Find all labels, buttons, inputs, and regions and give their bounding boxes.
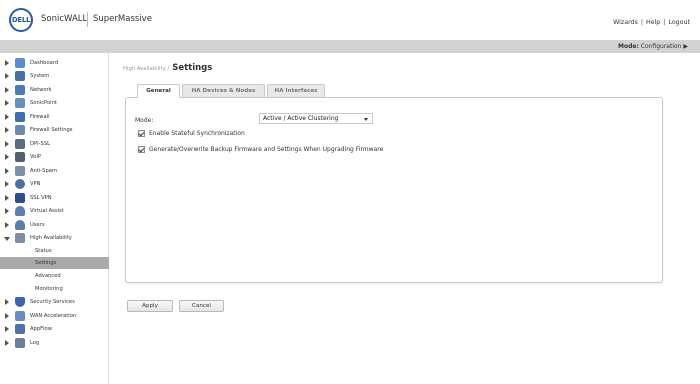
backup-firmware-option: Generate/Overwrite Backup Firmware and S… — [138, 146, 383, 153]
expand-arrow-icon — [5, 208, 9, 214]
brand-product: SuperMassive — [93, 14, 152, 24]
shield-icon — [15, 297, 25, 307]
settings-panel — [125, 97, 663, 283]
expand-arrow-icon — [5, 181, 9, 187]
sidebar-subitem-monitoring[interactable]: Monitoring — [0, 283, 109, 295]
sidebar-item-firewall-settings[interactable]: Firewall Settings — [0, 124, 109, 137]
firewall-icon — [15, 112, 25, 122]
breadcrumb: High Availability / Settings — [123, 63, 212, 73]
sidebar-item-security-services[interactable]: Security Services — [0, 296, 109, 309]
firewall-settings-icon — [15, 125, 25, 135]
collapse-arrow-icon — [4, 237, 10, 241]
wan-icon — [15, 311, 25, 321]
expand-arrow-icon — [5, 141, 9, 147]
sidebar-item-wan-acceleration[interactable]: WAN Acceleration — [0, 310, 109, 323]
expand-arrow-icon — [5, 299, 9, 305]
expand-arrow-icon — [5, 340, 9, 346]
tab-general[interactable]: General — [137, 84, 180, 98]
users-icon — [15, 220, 25, 230]
expand-arrow-icon — [5, 73, 9, 79]
sidebar-item-users[interactable]: Users — [0, 219, 109, 232]
expand-arrow-icon — [5, 100, 9, 106]
mode-indicator[interactable]: Mode: Configuration ▶ — [618, 43, 688, 50]
expand-arrow-icon — [5, 195, 9, 201]
person-icon — [15, 206, 25, 216]
sidebar-item-log[interactable]: Log — [0, 337, 109, 350]
expand-arrow-icon — [5, 168, 9, 174]
sidebar: Dashboard System Network SonicPoint Fire… — [0, 53, 109, 384]
sidebar-item-appflow[interactable]: AppFlow — [0, 323, 109, 336]
mode-bar: Mode: Configuration ▶ — [0, 40, 700, 53]
phone-icon — [15, 152, 25, 162]
expand-arrow-icon — [5, 154, 9, 160]
cancel-button[interactable]: Cancel — [179, 300, 224, 312]
breadcrumb-parent[interactable]: High Availability / — [123, 66, 169, 72]
apply-button[interactable]: Apply — [127, 300, 173, 312]
expand-arrow-icon — [5, 326, 9, 332]
expand-arrow-icon — [5, 127, 9, 133]
expand-arrow-icon — [5, 87, 9, 93]
mode-field-label: Mode: — [135, 117, 154, 124]
globe-icon — [15, 179, 25, 189]
page-title: Settings — [172, 63, 213, 73]
backup-firmware-label: Generate/Overwrite Backup Firmware and S… — [149, 146, 384, 153]
backup-firmware-checkbox[interactable] — [138, 146, 145, 153]
log-icon — [15, 338, 25, 348]
chevron-down-icon — [364, 118, 368, 121]
expand-arrow-icon — [5, 222, 9, 228]
sidebar-subitem-settings[interactable]: Settings — [0, 257, 109, 269]
stateful-sync-checkbox[interactable] — [138, 130, 145, 137]
appflow-icon — [15, 324, 25, 334]
stateful-sync-label: Enable Stateful Synchronization — [149, 130, 245, 137]
sidebar-item-dashboard[interactable]: Dashboard — [0, 57, 109, 70]
expand-arrow-icon — [5, 60, 9, 66]
network-icon — [15, 85, 25, 95]
sidebar-subitem-advanced[interactable]: Advanced — [0, 270, 109, 282]
sidebar-item-system[interactable]: System — [0, 70, 109, 83]
help-link[interactable]: Help — [646, 19, 660, 26]
mail-icon — [15, 166, 25, 176]
dashboard-icon — [15, 58, 25, 68]
wizards-link[interactable]: Wizards — [613, 19, 638, 26]
sidebar-item-anti-spam[interactable]: Anti-Spam — [0, 165, 109, 178]
expand-arrow-icon — [5, 114, 9, 120]
brand-divider — [87, 12, 88, 27]
tab-ha-interfaces[interactable]: HA Interfaces — [267, 84, 325, 97]
sidebar-item-ssl-vpn[interactable]: SSL VPN — [0, 192, 109, 205]
sidebar-item-voip[interactable]: VoIP — [0, 151, 109, 164]
ssl-vpn-icon — [15, 193, 25, 203]
access-point-icon — [15, 98, 25, 108]
sidebar-item-dpi-ssl[interactable]: DPI-SSL — [0, 138, 109, 151]
dell-logo: DELL — [9, 8, 33, 32]
sidebar-item-vpn[interactable]: VPN — [0, 178, 109, 191]
server-icon — [15, 233, 25, 243]
brand-sonicwall: SonicWALL — [41, 14, 88, 24]
sidebar-item-high-availability[interactable]: High Availability — [0, 232, 109, 245]
top-links: Wizards | Help | Logout — [613, 19, 690, 26]
stateful-sync-option: Enable Stateful Synchronization — [138, 130, 245, 137]
sidebar-subitem-status[interactable]: Status — [0, 245, 109, 257]
logout-link[interactable]: Logout — [668, 19, 690, 26]
expand-arrow-icon — [5, 313, 9, 319]
sidebar-item-network[interactable]: Network — [0, 84, 109, 97]
tab-ha-devices-nodes[interactable]: HA Devices & Nodes — [182, 84, 265, 97]
sidebar-item-firewall[interactable]: Firewall — [0, 111, 109, 124]
sidebar-item-sonicpoint[interactable]: SonicPoint — [0, 97, 109, 110]
top-header: DELL SonicWALL SuperMassive Wizards | Help… — [0, 0, 700, 40]
mode-select[interactable]: Active / Active Clustering — [259, 113, 373, 124]
monitor-icon — [15, 71, 25, 81]
sidebar-item-virtual-assist[interactable]: Virtual Assist — [0, 205, 109, 218]
lock-icon — [15, 139, 25, 149]
